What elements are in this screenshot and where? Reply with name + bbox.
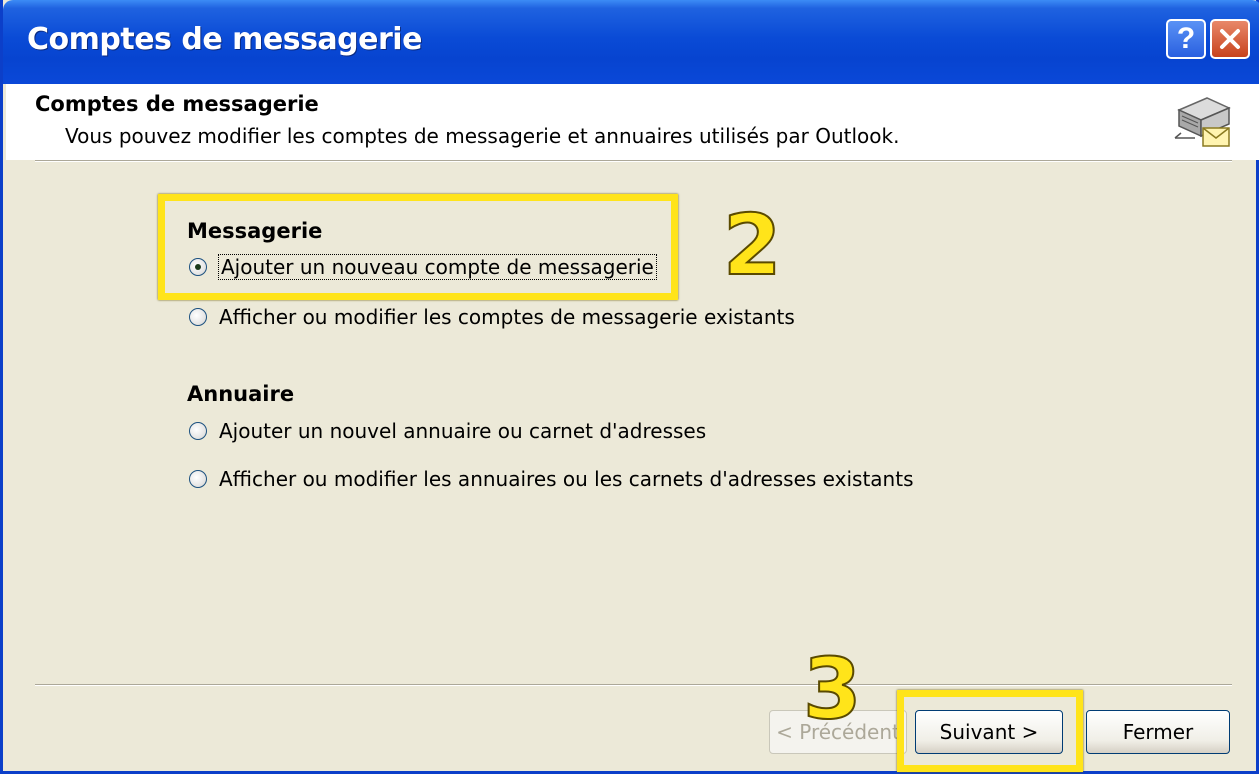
radio-button[interactable] [189,470,207,488]
dialog-window: Comptes de messagerie ? Comptes de messa… [0,0,1259,774]
close-button[interactable]: Fermer [1086,710,1230,754]
highlight-box-step3 [897,690,1083,772]
header-separator [35,160,1232,162]
help-button[interactable]: ? [1166,19,1206,59]
header-title: Comptes de messagerie [35,92,319,116]
radio-edit-directories[interactable]: Afficher ou modifier les annuaires ou le… [189,464,913,494]
header-subtitle: Vous pouvez modifier les comptes de mess… [65,124,900,148]
help-icon: ? [1176,22,1196,55]
close-window-button[interactable] [1210,19,1250,59]
radio-label[interactable]: Afficher ou modifier les comptes de mess… [219,305,795,329]
radio-add-directory[interactable]: Ajouter un nouvel annuaire ou carnet d'a… [189,416,706,446]
annuaire-group-title: Annuaire [187,382,295,406]
radio-button[interactable] [189,308,207,326]
window-title: Comptes de messagerie [27,22,422,57]
mail-server-icon [1174,97,1231,147]
radio-label[interactable]: Afficher ou modifier les annuaires ou le… [219,467,913,491]
close-icon [1220,29,1240,49]
title-bar[interactable]: Comptes de messagerie ? [3,0,1259,84]
footer-separator [35,684,1232,686]
radio-button[interactable] [189,422,207,440]
radio-edit-mail-accounts[interactable]: Afficher ou modifier les comptes de mess… [189,302,795,332]
step2-number: 2 [722,195,782,295]
radio-label[interactable]: Ajouter un nouvel annuaire ou carnet d'a… [219,419,706,443]
step3-number: 3 [802,639,862,739]
highlight-box-step2 [158,194,678,300]
